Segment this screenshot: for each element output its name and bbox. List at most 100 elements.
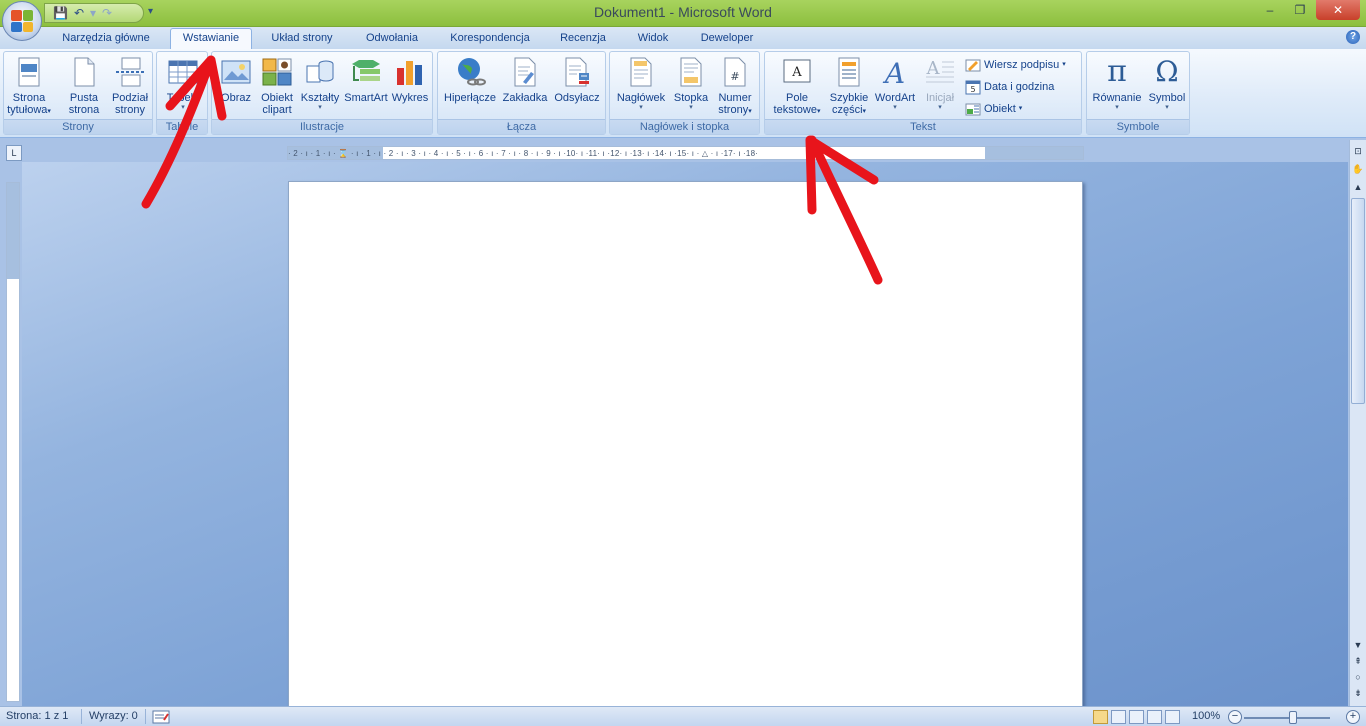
page-break-button[interactable]: Podział strony (108, 56, 152, 116)
signature-line-button[interactable]: Wiersz podpisu ▾ (965, 55, 1066, 75)
blank-page-icon (74, 57, 95, 87)
symbol-button[interactable]: Ω Symbol ▾ (1145, 56, 1189, 112)
ribbon: Strona tytułowa▾ Pusta strona Podział stron… (0, 49, 1366, 138)
group-label-tekst: Tekst (765, 119, 1081, 134)
page-break-icon (116, 57, 144, 87)
previous-page-button[interactable]: ⇞ (1351, 656, 1365, 667)
group-tekst: A Pole tekstowe▾ Szybkie części▾ A WordArt… (764, 51, 1082, 135)
word-count[interactable]: Wyrazy: 0 (89, 710, 138, 722)
smartart-icon (352, 60, 380, 81)
close-button[interactable]: ✕ (1316, 0, 1360, 20)
ruler-ticks: · 2 · ı · 1 · ı · ⌛ · ı · 1 · ı · 2 · ı … (288, 149, 759, 158)
date-time-button[interactable]: 5 Data i godzina (965, 77, 1054, 97)
group-label-symbole: Symbole (1087, 119, 1189, 134)
pi-icon: π (1107, 54, 1127, 89)
select-browse-object-button[interactable]: ○ (1351, 672, 1365, 682)
shapes-button[interactable]: Kształty ▾ (298, 56, 342, 112)
clipart-icon (262, 58, 292, 86)
chevron-down-icon: ▾ (318, 104, 322, 111)
table-icon (168, 60, 198, 84)
document-page[interactable] (288, 181, 1083, 711)
footer-button[interactable]: Stopka ▾ (670, 56, 712, 112)
footer-icon (680, 57, 702, 87)
tab-narzedzia-glowne[interactable]: Narzędzia główne (52, 29, 160, 49)
title-bar: 💾 ↶ ▾ ↷ ▾ Dokument1 - Microsoft Word – ❐… (0, 0, 1366, 27)
vertical-ruler[interactable] (6, 182, 20, 702)
header-icon (630, 57, 652, 87)
bookmark-button[interactable]: Zakładka (500, 56, 550, 104)
chevron-down-icon: ▾ (1115, 104, 1119, 111)
chart-button[interactable]: Wykres (390, 56, 430, 104)
picture-button[interactable]: Obraz (216, 56, 256, 104)
clipart-button[interactable]: Obiekt clipart (256, 56, 298, 116)
wordart-button[interactable]: A WordArt ▾ (871, 56, 919, 112)
group-naglowek-stopka: Nagłówek ▾ Stopka ▾ # Numer strony▾ Nagłówe… (609, 51, 760, 135)
scroll-up-button[interactable]: ▲ (1351, 182, 1365, 192)
zoom-slider-thumb[interactable] (1289, 711, 1297, 724)
header-button[interactable]: Nagłówek ▾ (612, 56, 670, 112)
drop-cap-icon: A (926, 58, 954, 83)
zoom-in-button[interactable]: + (1346, 710, 1360, 724)
table-button[interactable]: Tabela ▾ (161, 56, 205, 112)
chevron-down-icon: ▾ (816, 108, 821, 115)
group-ilustracje: Obraz Obiekt clipart Kształty ▾ SmartArt W… (211, 51, 433, 135)
chevron-down-icon: ▾ (1165, 104, 1169, 111)
hyperlink-button[interactable]: Hiperłącze (442, 56, 498, 104)
zoom-out-button[interactable]: − (1228, 710, 1242, 724)
page-number-button[interactable]: # Numer strony▾ (712, 56, 758, 118)
blank-page-button[interactable]: Pusta strona (64, 56, 104, 116)
scroll-down-button[interactable]: ▼ (1351, 640, 1365, 650)
chart-icon (397, 61, 422, 85)
proofing-icon[interactable] (152, 710, 170, 724)
window-controls: – ❐ ✕ (1256, 0, 1360, 20)
group-tabele: Tabela ▾ Tabele (156, 51, 208, 135)
ruler-top-margin (7, 183, 19, 279)
office-logo-icon (11, 10, 33, 32)
equation-button[interactable]: π Równanie ▾ (1089, 56, 1145, 112)
cover-page-button[interactable]: Strona tytułowa▾ (6, 56, 52, 118)
horizontal-ruler[interactable]: · 2 · ı · 1 · ı · ⌛ · ı · 1 · ı · 2 · ı … (287, 146, 1084, 160)
tab-selector[interactable]: L (6, 145, 22, 161)
cross-reference-icon (565, 57, 589, 87)
next-page-button[interactable]: ⇟ (1351, 688, 1365, 699)
bookmark-icon (514, 57, 536, 87)
tab-widok[interactable]: Widok (626, 29, 680, 49)
draft-view-button[interactable] (1165, 710, 1180, 724)
object-button[interactable]: Obiekt ▾ (965, 99, 1022, 119)
minimize-button[interactable]: – (1256, 0, 1284, 20)
web-layout-view-button[interactable] (1129, 710, 1144, 724)
page-count[interactable]: Strona: 1 z 1 (6, 710, 68, 722)
tab-korespondencja[interactable]: Korespondencja (440, 29, 540, 49)
view-ruler-icon[interactable]: ⊡ (1351, 146, 1365, 157)
cross-reference-button[interactable]: Odsyłacz (552, 56, 602, 104)
maximize-button[interactable]: ❐ (1286, 0, 1314, 20)
chevron-down-icon: ▾ (689, 104, 693, 111)
tab-deweloper[interactable]: Deweloper (690, 29, 764, 49)
ribbon-tabs: Narzędzia główne Wstawianie Układ strony… (0, 27, 1366, 50)
scrollbar-thumb[interactable] (1351, 198, 1365, 404)
office-button[interactable] (2, 1, 42, 41)
smartart-button[interactable]: SmartArt (342, 56, 390, 104)
signature-pen-icon (965, 59, 981, 72)
vertical-scrollbar[interactable]: ⊡ ✋ ▲ ▼ ⇞ ○ ⇟ (1349, 140, 1366, 706)
chevron-down-icon: ▾ (639, 104, 643, 111)
tab-uklad-strony[interactable]: Układ strony (262, 29, 342, 49)
quick-parts-button[interactable]: Szybkie części▾ (827, 56, 871, 118)
svg-text:A: A (926, 58, 941, 79)
drop-cap-button[interactable]: A Inicjał ▾ (919, 56, 961, 112)
help-icon[interactable]: ? (1346, 30, 1360, 44)
zoom-slider-track[interactable] (1244, 717, 1330, 719)
cover-page-icon (18, 57, 40, 87)
group-label-naglowek-stopka: Nagłówek i stopka (610, 119, 759, 134)
print-layout-view-button[interactable] (1093, 710, 1108, 724)
shapes-icon (306, 60, 334, 83)
outline-view-button[interactable] (1147, 710, 1162, 724)
zoom-level[interactable]: 100% (1192, 710, 1220, 722)
tab-odwolania[interactable]: Odwołania (354, 29, 430, 49)
text-box-button[interactable]: A Pole tekstowe▾ (767, 56, 827, 118)
full-screen-reading-view-button[interactable] (1111, 710, 1126, 724)
tab-wstawianie[interactable]: Wstawianie (170, 28, 252, 50)
tab-recenzja[interactable]: Recenzja (552, 29, 614, 49)
group-label-tabele: Tabele (157, 119, 207, 134)
chevron-down-icon: ▾ (1062, 61, 1066, 68)
